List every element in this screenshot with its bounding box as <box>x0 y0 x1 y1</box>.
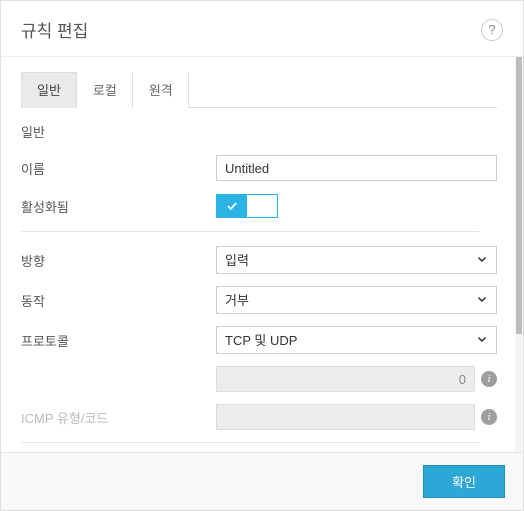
icmp-label: ICMP 유형/코드 <box>21 408 216 427</box>
row-direction: 방향 입력 <box>21 246 497 274</box>
direction-select[interactable]: 입력 <box>216 246 497 274</box>
help-icon: ? <box>488 22 495 37</box>
enabled-label: 활성화됨 <box>21 197 216 216</box>
tab-remote[interactable]: 원격 <box>133 72 189 108</box>
tabs: 일반 로컬 원격 <box>21 71 497 108</box>
toggle-off-segment <box>247 195 277 217</box>
row-enabled: 활성화됨 <box>21 193 497 219</box>
protocol-number-input <box>216 366 475 392</box>
divider-1 <box>21 231 479 232</box>
section-general: 일반 이름 활성화됨 <box>21 108 515 452</box>
action-label: 동작 <box>21 291 216 310</box>
dialog-header: 규칙 편집 ? <box>1 1 523 57</box>
content-area: 일반 로컬 원격 일반 이름 활성화됨 <box>1 57 515 452</box>
help-button[interactable]: ? <box>481 19 503 41</box>
direction-label: 방향 <box>21 251 216 270</box>
row-protocol: 프로토콜 TCP 및 UDP <box>21 326 497 354</box>
scrollbar-thumb[interactable] <box>516 57 522 334</box>
info-icon[interactable]: i <box>481 409 497 425</box>
vertical-scrollbar[interactable] <box>515 57 523 452</box>
name-input[interactable] <box>216 155 497 181</box>
check-icon <box>225 199 239 213</box>
rule-edit-dialog: 규칙 편집 ? 일반 로컬 원격 일반 이름 활성화됨 <box>0 0 524 511</box>
info-icon[interactable]: i <box>481 371 497 387</box>
protocol-label: 프로토콜 <box>21 331 216 350</box>
divider-2 <box>21 442 479 443</box>
row-name: 이름 <box>21 155 497 181</box>
name-label: 이름 <box>21 159 216 178</box>
ok-button[interactable]: 확인 <box>423 465 505 498</box>
toggle-on-segment <box>217 195 247 217</box>
enabled-toggle[interactable] <box>216 194 278 218</box>
tab-general[interactable]: 일반 <box>21 72 77 108</box>
dialog-title: 규칙 편집 <box>21 17 88 42</box>
protocol-select[interactable]: TCP 및 UDP <box>216 326 497 354</box>
section-general-title: 일반 <box>21 122 497 141</box>
row-icmp: ICMP 유형/코드 i <box>21 404 497 430</box>
action-select[interactable]: 거부 <box>216 286 497 314</box>
dialog-footer: 확인 <box>1 452 523 510</box>
row-protocol-number: i <box>21 366 497 392</box>
tab-local[interactable]: 로컬 <box>77 72 133 108</box>
icmp-input <box>216 404 475 430</box>
content-wrap: 일반 로컬 원격 일반 이름 활성화됨 <box>1 57 523 452</box>
row-action: 동작 거부 <box>21 286 497 314</box>
